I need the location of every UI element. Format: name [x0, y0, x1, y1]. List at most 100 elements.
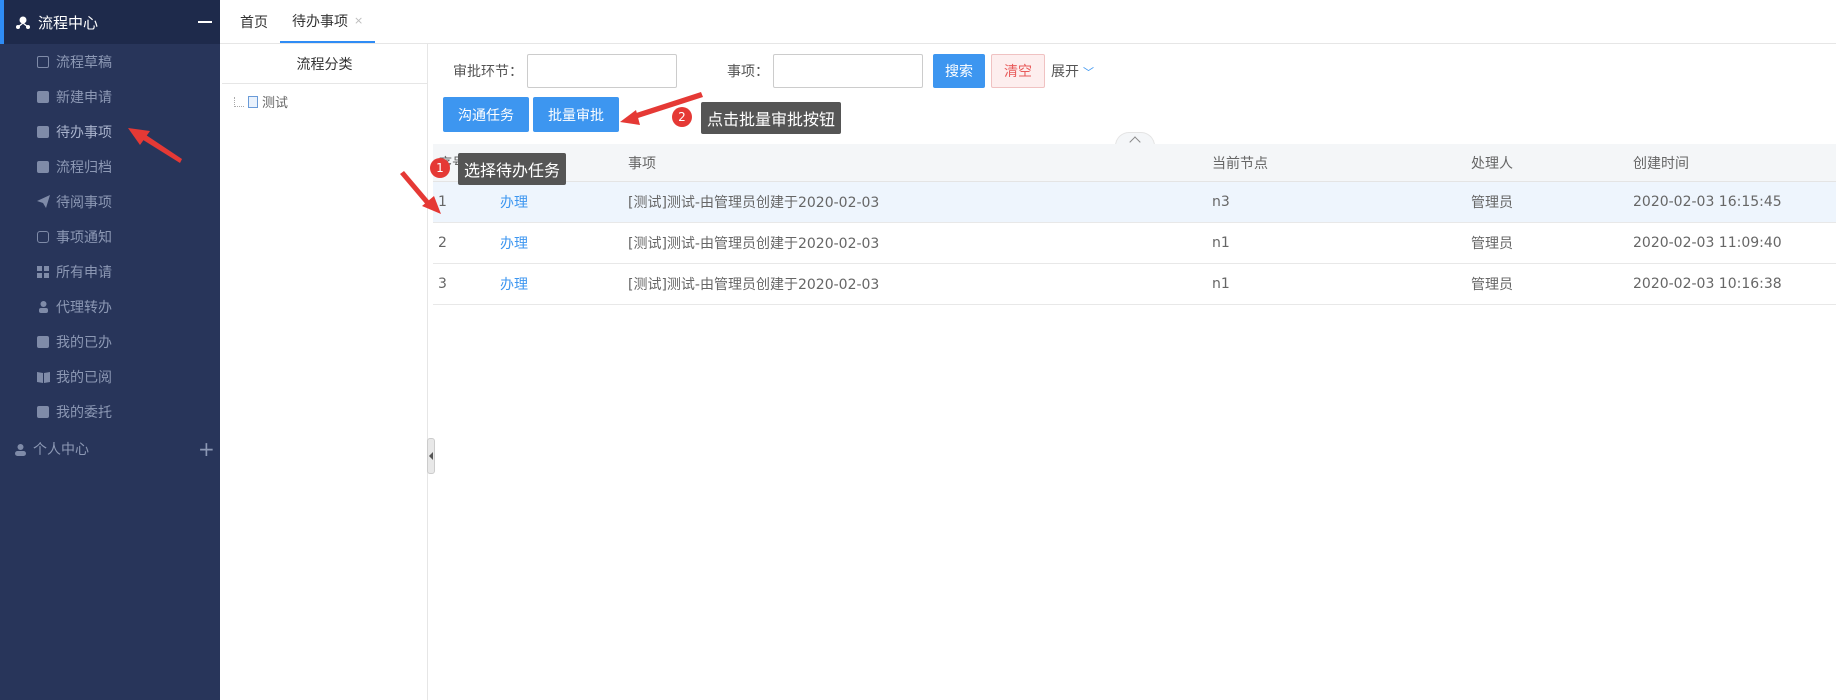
- item-filter-label: 事项：: [727, 64, 769, 80]
- cell-no: 3: [438, 276, 447, 292]
- sidebar-item-new-request[interactable]: 新建申请: [0, 79, 220, 114]
- cell-time: 2020-02-03 11:09:40: [1633, 235, 1782, 251]
- cell-time: 2020-02-03 10:16:38: [1633, 276, 1782, 292]
- handle-link[interactable]: 办理: [500, 236, 528, 252]
- agent-icon: [36, 300, 50, 314]
- cell-no: 1: [438, 194, 447, 210]
- handle-link[interactable]: 办理: [500, 195, 528, 211]
- clipboard-icon: [36, 335, 50, 349]
- header-item: 事项: [628, 155, 656, 172]
- item-filter-input[interactable]: [773, 54, 923, 88]
- header-handler: 处理人: [1471, 155, 1513, 172]
- cell-time: 2020-02-03 16:15:45: [1633, 194, 1782, 210]
- calendar-icon: [36, 405, 50, 419]
- edit-icon: [36, 55, 50, 69]
- sidebar-item-label: 待阅事项: [56, 194, 112, 211]
- sidebar-item-done[interactable]: 我的已办: [0, 324, 220, 359]
- table-row[interactable]: 3 办理 [测试]测试-由管理员创建于2020-02-03 n1 管理员 202…: [433, 264, 1836, 305]
- chevron-down-icon: ﹀: [1083, 66, 1094, 79]
- archive-icon: [36, 160, 50, 174]
- workflow-icon: [14, 13, 32, 31]
- node-filter-input[interactable]: [527, 54, 677, 88]
- expand-plus-icon[interactable]: +: [198, 439, 215, 459]
- header-time: 创建时间: [1633, 155, 1689, 172]
- sidebar-item-all-requests[interactable]: 所有申请: [0, 254, 220, 289]
- sidebar-item-label: 所有申请: [56, 264, 112, 281]
- sidebar-item-agent[interactable]: 代理转办: [0, 289, 220, 324]
- tab-todo[interactable]: 待办事项 ×: [280, 0, 376, 43]
- cell-node: n1: [1212, 235, 1230, 251]
- expand-label: 展开: [1051, 64, 1079, 80]
- batch-approve-button[interactable]: 批量审批: [533, 97, 619, 132]
- sidebar-group-label: 个人中心: [33, 442, 89, 458]
- tab-label: 首页: [240, 14, 268, 31]
- collapse-minus-icon[interactable]: [198, 21, 212, 23]
- table-row[interactable]: 2 办理 [测试]测试-由管理员创建于2020-02-03 n1 管理员 202…: [433, 223, 1836, 264]
- handle-link[interactable]: 办理: [500, 277, 528, 293]
- cell-handler: 管理员: [1471, 277, 1513, 293]
- sidebar-item-label: 待办事项: [56, 124, 112, 141]
- user-icon: [14, 443, 27, 456]
- clear-button[interactable]: 清空: [991, 54, 1045, 88]
- cell-no: 2: [438, 235, 447, 251]
- book-icon: [36, 370, 50, 384]
- close-icon[interactable]: ×: [354, 14, 363, 27]
- sidebar-item-notice[interactable]: 事项通知: [0, 219, 220, 254]
- sidebar-item-label: 我的已办: [56, 334, 112, 351]
- table-header-row: 序号 操作 事项 当前节点 处理人 创建时间: [433, 144, 1836, 182]
- tree-node[interactable]: 测试: [234, 92, 427, 111]
- sidebar-item-draft[interactable]: 流程草稿: [0, 44, 220, 79]
- sidebar-group-label: 流程中心: [38, 13, 99, 32]
- sidebar-item-label: 流程草稿: [56, 54, 112, 71]
- tab-home[interactable]: 首页: [228, 0, 280, 43]
- step2-callout: 点击批量审批按钮: [701, 102, 842, 134]
- cell-handler: 管理员: [1471, 195, 1513, 211]
- document-icon: [248, 95, 258, 108]
- tree-node-label: 测试: [262, 96, 289, 111]
- sidebar-item-label: 流程归档: [56, 159, 112, 176]
- cell-item: [测试]测试-由管理员创建于2020-02-03: [628, 236, 880, 252]
- tree-line: [234, 96, 244, 107]
- todo-table: 序号 操作 事项 当前节点 处理人 创建时间 1 办理 [测试]测试-由管理员创…: [433, 144, 1836, 305]
- sidebar-item-to-read[interactable]: 待阅事项: [0, 184, 220, 219]
- app-root: 流程中心 流程草稿 新建申请 待办事项 流程归档 待阅事项 事项通知 所有申请 …: [0, 0, 1836, 700]
- step1-badge: 1: [430, 158, 450, 178]
- sidebar-group-flow-center[interactable]: 流程中心: [0, 0, 220, 44]
- cell-item: [测试]测试-由管理员创建于2020-02-03: [628, 277, 880, 293]
- step1-callout: 选择待办任务: [458, 153, 567, 185]
- action-bar: 沟通任务 批量审批: [443, 97, 619, 132]
- tab-bar: 首页 待办事项 ×: [220, 0, 1836, 44]
- sidebar-item-label: 新建申请: [56, 89, 112, 106]
- sidebar-group-personal[interactable]: 个人中心 +: [0, 429, 220, 469]
- form-icon: [36, 90, 50, 104]
- sidebar-item-read[interactable]: 我的已阅: [0, 359, 220, 394]
- todo-icon: [36, 125, 50, 139]
- communicate-task-button[interactable]: 沟通任务: [443, 97, 529, 132]
- sidebar-item-todo[interactable]: 待办事项: [0, 114, 220, 149]
- cell-handler: 管理员: [1471, 236, 1513, 252]
- category-panel: 流程分类 测试: [222, 44, 428, 700]
- sidebar-item-label: 我的已阅: [56, 369, 112, 386]
- sidebar-item-archive[interactable]: 流程归档: [0, 149, 220, 184]
- sidebar-item-label: 事项通知: [56, 229, 112, 246]
- filter-bar: 审批环节： 事项： 搜索 清空 展开 ﹀: [453, 54, 1094, 88]
- cell-node: n3: [1212, 194, 1230, 210]
- header-node: 当前节点: [1212, 155, 1268, 172]
- tab-label: 待办事项: [292, 13, 348, 30]
- cell-node: n1: [1212, 276, 1230, 292]
- sidebar-item-label: 我的委托: [56, 404, 112, 421]
- chat-icon: [36, 230, 50, 244]
- expand-toggle[interactable]: 展开 ﹀: [1051, 61, 1094, 81]
- category-title: 流程分类: [222, 44, 427, 84]
- sidebar: 流程中心 流程草稿 新建申请 待办事项 流程归档 待阅事项 事项通知 所有申请 …: [0, 0, 220, 700]
- main-content: 审批环节： 事项： 搜索 清空 展开 ﹀ 沟通任务 批量审批 序号 操作 事项 当…: [433, 44, 1836, 700]
- table-row[interactable]: 1 办理 [测试]测试-由管理员创建于2020-02-03 n3 管理员 202…: [433, 182, 1836, 223]
- node-filter-label: 审批环节：: [453, 64, 523, 80]
- sidebar-item-label: 代理转办: [56, 299, 112, 316]
- grid-icon: [36, 265, 50, 279]
- send-icon: [36, 195, 50, 209]
- sidebar-item-delegation[interactable]: 我的委托: [0, 394, 220, 429]
- cell-item: [测试]测试-由管理员创建于2020-02-03: [628, 195, 880, 211]
- search-button[interactable]: 搜索: [933, 54, 985, 88]
- step2-badge: 2: [672, 107, 692, 127]
